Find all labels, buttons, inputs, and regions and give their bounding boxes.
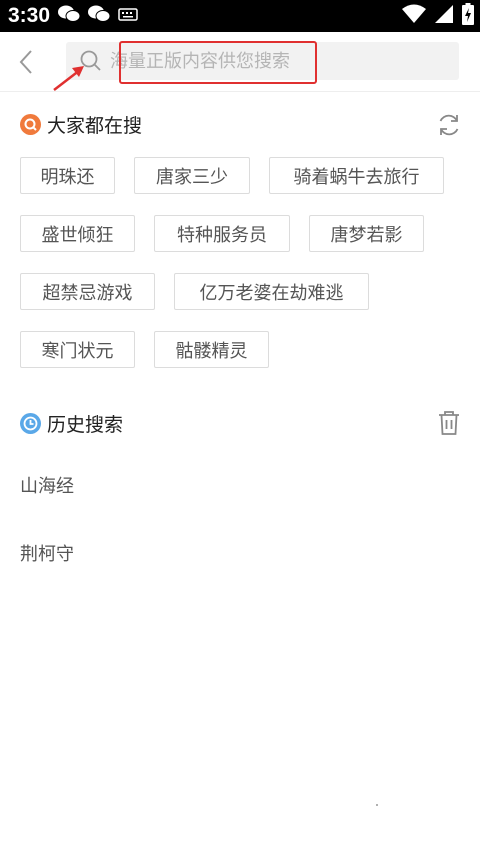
history-item[interactable]: 荆柯守 — [20, 540, 74, 566]
back-button[interactable] — [14, 48, 40, 76]
hot-tag[interactable]: 唐家三少 — [134, 157, 250, 194]
status-time: 3:30 — [8, 4, 51, 27]
wechat-icon — [58, 5, 81, 27]
hot-tag[interactable]: 特种服务员 — [154, 215, 290, 252]
hot-search-header: 大家都在搜 — [20, 110, 142, 138]
clear-history-button[interactable] — [438, 410, 460, 436]
search-icon — [80, 50, 102, 72]
search-input[interactable] — [110, 42, 440, 80]
refresh-icon — [439, 114, 459, 136]
refresh-button[interactable] — [436, 112, 462, 138]
signal-icon — [434, 4, 454, 28]
hot-tag[interactable]: 亿万老婆在劫难逃 — [174, 273, 369, 310]
hot-tag[interactable]: 寒门状元 — [20, 331, 135, 368]
keyboard-icon — [118, 6, 138, 26]
search-badge-icon — [20, 113, 41, 135]
search-header — [0, 32, 480, 92]
hot-tag[interactable]: 唐梦若影 — [309, 215, 424, 252]
wifi-icon — [402, 4, 426, 28]
hot-tag[interactable]: 超禁忌游戏 — [20, 273, 155, 310]
wechat-icon — [88, 5, 111, 27]
hot-tag[interactable]: 骷髅精灵 — [154, 331, 269, 368]
decorative-dot — [376, 804, 378, 806]
hot-tag[interactable]: 盛世倾狂 — [20, 215, 135, 252]
history-item[interactable]: 山海经 — [20, 472, 74, 498]
hot-tag[interactable]: 明珠还 — [20, 157, 115, 194]
hot-tag[interactable]: 骑着蜗牛去旅行 — [269, 157, 444, 194]
history-header: 历史搜索 — [20, 409, 123, 437]
search-box[interactable] — [66, 42, 459, 80]
status-bar: 3:30 — [0, 0, 480, 32]
clock-icon — [20, 412, 41, 434]
hot-search-title: 大家都在搜 — [47, 114, 143, 137]
chevron-left-icon — [19, 50, 32, 74]
trash-icon — [439, 411, 459, 435]
battery-icon — [462, 3, 474, 29]
divider — [0, 91, 480, 92]
history-title: 历史搜索 — [47, 413, 124, 436]
